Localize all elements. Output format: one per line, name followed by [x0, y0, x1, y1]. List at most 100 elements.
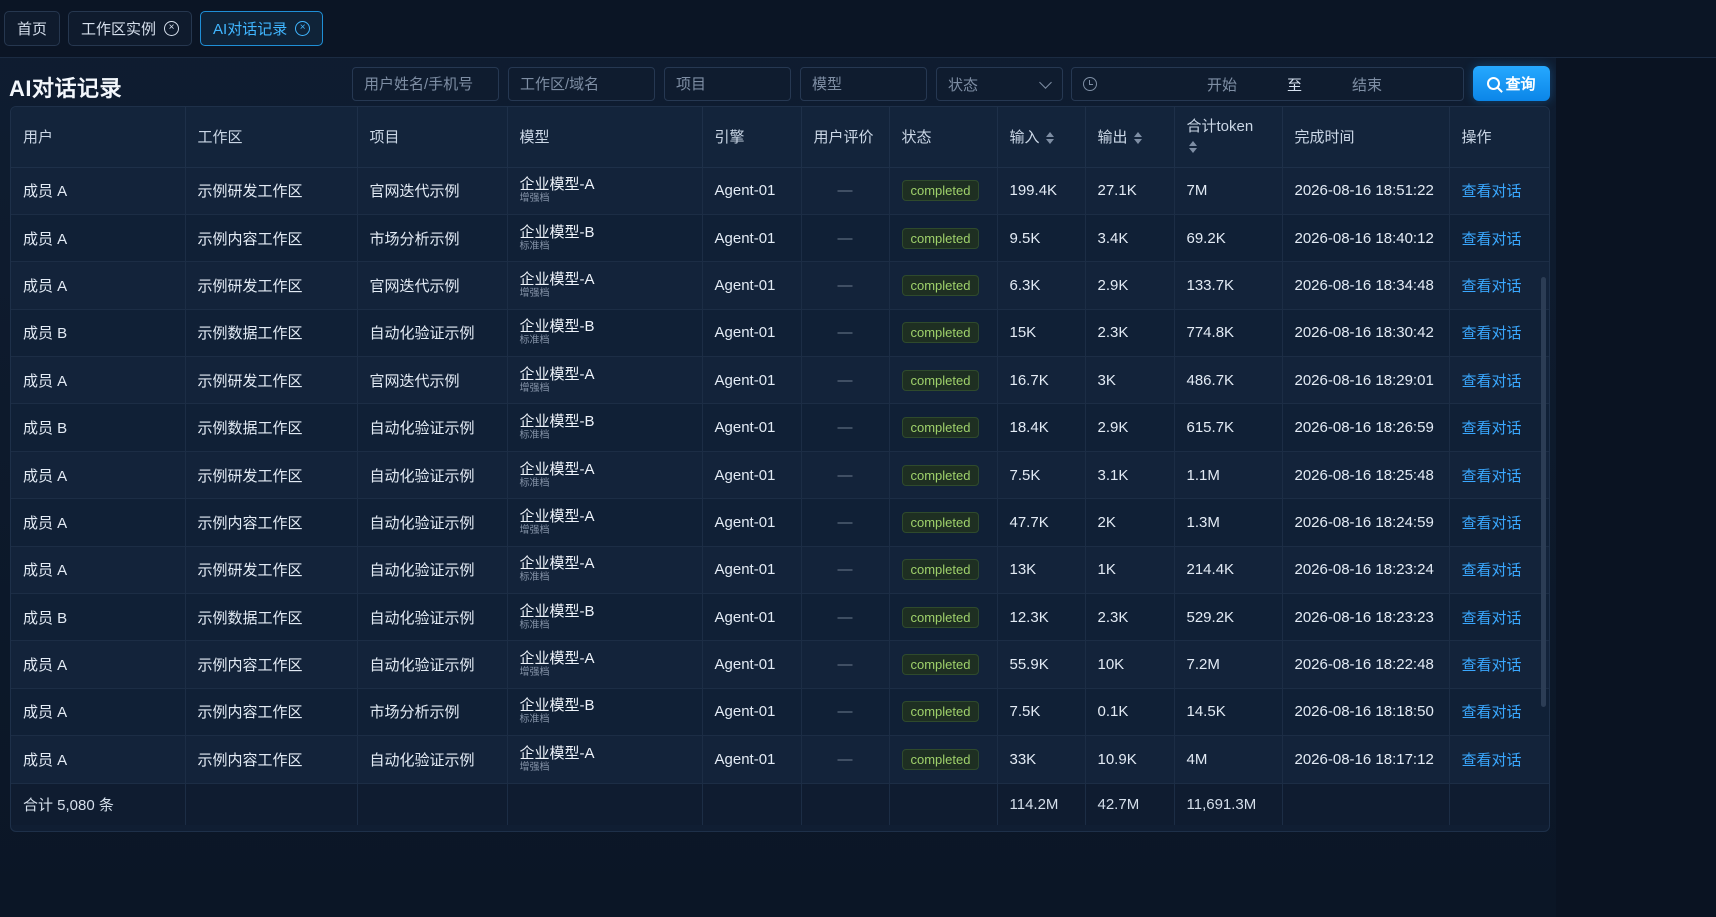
cell-project: 自动化验证示例	[357, 403, 508, 452]
date-end[interactable]: 结束	[1352, 74, 1382, 95]
view-conversation-link[interactable]: 查看对话	[1462, 373, 1522, 390]
view-conversation-link[interactable]: 查看对话	[1462, 183, 1522, 200]
sort-icon[interactable]	[1188, 140, 1197, 153]
query-button[interactable]: 查询	[1473, 66, 1550, 101]
cell-action: 查看对话	[1449, 640, 1549, 689]
status-badge: completed	[901, 417, 980, 439]
model-tier: 增强档	[519, 193, 550, 205]
model-name: 企业模型-B	[519, 318, 595, 336]
view-conversation-link[interactable]: 查看对话	[1462, 468, 1522, 485]
view-conversation-link[interactable]: 查看对话	[1462, 420, 1522, 437]
cell-workspace: 示例内容工作区	[185, 214, 358, 263]
cell-engine: Agent-01	[702, 451, 802, 500]
cell-project: 自动化验证示例	[357, 640, 508, 689]
sort-icon[interactable]	[1045, 132, 1054, 145]
cell-input: 15K	[997, 309, 1086, 358]
workspace-search-input[interactable]	[520, 75, 643, 93]
view-conversation-link[interactable]: 查看对话	[1462, 515, 1522, 532]
cell-model: 企业模型-B 标准档	[507, 214, 703, 263]
view-conversation-link[interactable]: 查看对话	[1462, 278, 1522, 295]
model-search-input[interactable]	[812, 75, 915, 93]
cell-project: 自动化验证示例	[357, 735, 508, 784]
cell-action: 查看对话	[1449, 167, 1549, 215]
status-badge: completed	[901, 274, 980, 296]
tab-workspace-instances[interactable]: 工作区实例 ×	[68, 11, 193, 46]
cell-action: 查看对话	[1449, 261, 1549, 310]
table-row: 成员 A 示例研发工作区 官网迭代示例 企业模型-A 增强档 Agent-01— compl…	[11, 356, 1549, 405]
cell-model: 企业模型-A 增强档	[507, 640, 703, 689]
page-title: AI对话记录	[9, 76, 123, 101]
cell-user: 成员 A	[11, 167, 186, 215]
workspace-filter[interactable]	[508, 67, 655, 101]
cell-status: completed	[889, 546, 998, 595]
cell-finish-time: 2026-08-16 18:22:48	[1282, 640, 1450, 689]
model-filter[interactable]	[800, 67, 927, 101]
col-project: 项目	[357, 107, 508, 168]
cell-user: 成员 A	[11, 688, 186, 737]
cell-engine: Agent-01	[702, 498, 802, 547]
status-select[interactable]: 状态	[936, 67, 1063, 101]
col-total-token[interactable]: 合计token	[1174, 107, 1283, 168]
cell-workspace: 示例内容工作区	[185, 498, 358, 547]
cell-action: 查看对话	[1449, 214, 1549, 263]
cell-engine: Agent-01	[702, 640, 802, 689]
view-conversation-link[interactable]: 查看对话	[1462, 231, 1522, 248]
cell-rating: —	[801, 403, 890, 452]
cell-workspace: 示例内容工作区	[185, 640, 358, 689]
cell-user: 成员 A	[11, 735, 186, 784]
close-icon[interactable]: ×	[295, 21, 311, 36]
close-icon[interactable]: ×	[164, 21, 180, 36]
cell-total-token: 214.4K	[1174, 546, 1283, 595]
model-name: 企业模型-B	[519, 223, 595, 241]
cell-model: 企业模型-A 增强档	[507, 735, 703, 784]
view-conversation-link[interactable]: 查看对话	[1462, 704, 1522, 721]
cell-rating: —	[801, 593, 890, 642]
cell-output: 3K	[1085, 356, 1175, 405]
cell-finish-time: 2026-08-16 18:25:48	[1282, 451, 1450, 500]
cell-total-token: 615.7K	[1174, 403, 1283, 452]
cell-project: 官网迭代示例	[357, 356, 508, 405]
search-icon	[1487, 77, 1501, 90]
view-conversation-link[interactable]: 查看对话	[1462, 752, 1522, 769]
tab-label: 首页	[17, 21, 48, 38]
table-scrollbar[interactable]	[1541, 277, 1546, 707]
cell-finish-time: 2026-08-16 18:24:59	[1282, 498, 1450, 547]
project-filter[interactable]	[664, 67, 791, 101]
col-input-label: 输入	[1009, 129, 1040, 147]
cell-status: completed	[889, 640, 998, 689]
date-start[interactable]: 开始	[1207, 74, 1237, 95]
cell-engine: Agent-01	[702, 735, 802, 784]
cell-finish-time: 2026-08-16 18:18:50	[1282, 688, 1450, 737]
model-tier: 标准档	[519, 477, 550, 489]
date-range-picker[interactable]: 开始 至 结束	[1071, 67, 1464, 101]
user-search-input[interactable]	[364, 75, 487, 93]
cell-rating: —	[801, 640, 890, 689]
status-badge: completed	[901, 654, 980, 676]
tab-ai-chat-records[interactable]: AI对话记录 ×	[200, 11, 324, 46]
view-conversation-link[interactable]: 查看对话	[1462, 657, 1522, 674]
cell-user: 成员 B	[11, 403, 186, 452]
cell-finish-time: 2026-08-16 18:51:22	[1282, 167, 1450, 215]
cell-project: 自动化验证示例	[357, 498, 508, 547]
cell-project: 自动化验证示例	[357, 593, 508, 642]
cell-status: completed	[889, 214, 998, 263]
col-input[interactable]: 输入	[997, 107, 1086, 168]
cell-action: 查看对话	[1449, 498, 1549, 547]
user-filter[interactable]	[352, 67, 499, 101]
right-panel-edge	[1556, 58, 1716, 917]
model-tier: 标准档	[519, 714, 550, 726]
project-search-input[interactable]	[676, 75, 779, 93]
model-name: 企业模型-A	[519, 507, 595, 525]
tab-home[interactable]: 首页	[4, 11, 61, 46]
view-conversation-link[interactable]: 查看对话	[1462, 610, 1522, 627]
cell-model: 企业模型-B 标准档	[507, 403, 703, 452]
sort-icon[interactable]	[1133, 132, 1142, 145]
cell-output: 2.3K	[1085, 309, 1175, 358]
cell-project: 自动化验证示例	[357, 546, 508, 595]
view-conversation-link[interactable]: 查看对话	[1462, 325, 1522, 342]
query-button-label: 查询	[1505, 76, 1536, 93]
view-conversation-link[interactable]: 查看对话	[1462, 562, 1522, 579]
status-badge: completed	[901, 701, 980, 723]
cell-action: 查看对话	[1449, 356, 1549, 405]
col-output[interactable]: 输出	[1085, 107, 1175, 168]
